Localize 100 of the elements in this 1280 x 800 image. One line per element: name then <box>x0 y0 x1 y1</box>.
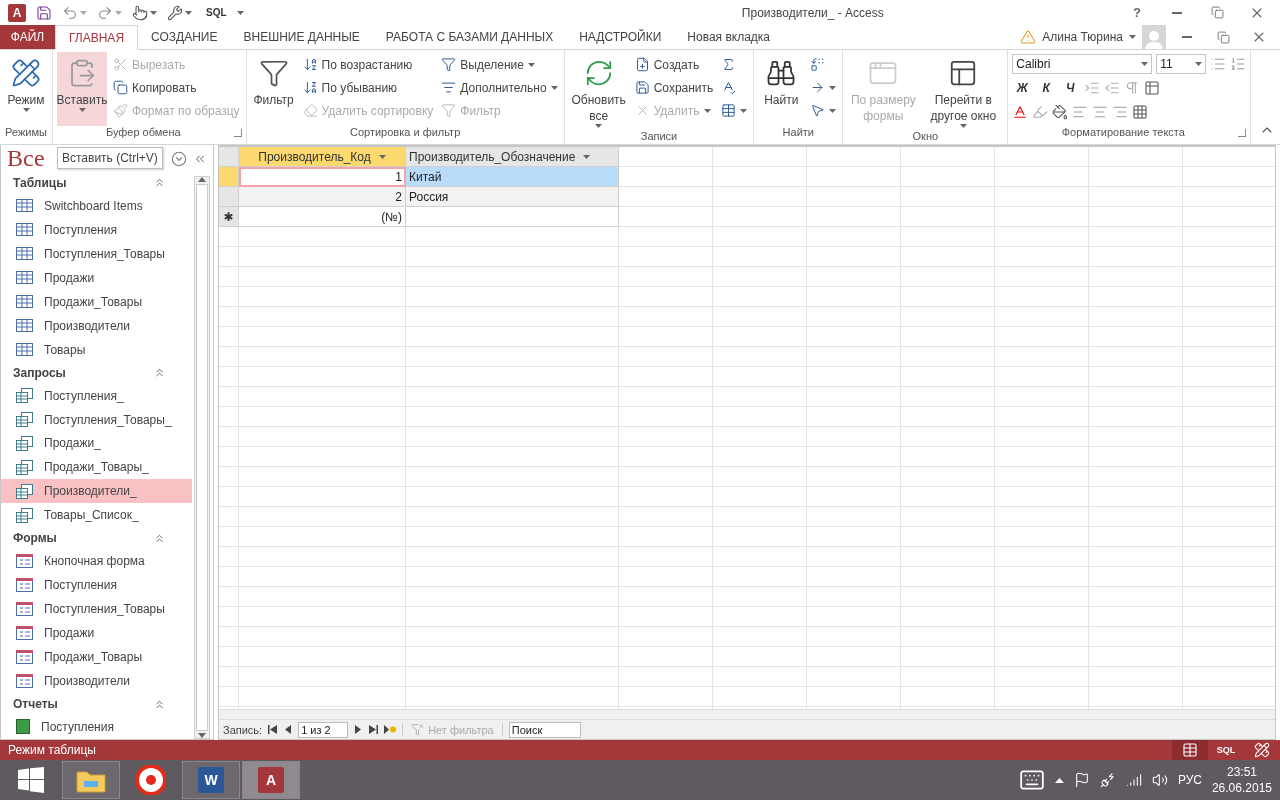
nav-item[interactable]: Производители <box>1 313 192 338</box>
ribbon-button[interactable]: Вставить <box>57 52 107 126</box>
nav-arrow-icon[interactable] <box>283 725 293 734</box>
indent-icon <box>1084 80 1101 96</box>
ribbon-button[interactable]: Создать <box>632 54 716 75</box>
ribbon-tab[interactable]: ГЛАВНАЯ <box>55 25 139 50</box>
nav-group-header[interactable]: Отчеты <box>13 697 58 711</box>
nav-arrow-icon[interactable] <box>354 725 364 734</box>
nav-item[interactable]: Поступления <box>1 217 192 242</box>
style-button[interactable]: К <box>1036 78 1057 98</box>
nav-item[interactable]: Поступления_Товары <box>1 597 192 622</box>
view-button[interactable]: SQL <box>1208 740 1244 760</box>
tools-button[interactable] <box>167 4 192 21</box>
caret-icon <box>150 10 157 15</box>
scrollbar[interactable] <box>194 176 210 739</box>
nav-group-header[interactable]: Запросы <box>13 365 66 380</box>
nav-item[interactable]: Продажи <box>1 265 192 290</box>
nav-item[interactable]: Поступления_ <box>1 383 192 408</box>
ribbon-button[interactable]: Найти <box>758 52 805 126</box>
nav-item[interactable]: Производители_ <box>1 479 192 504</box>
dialog-launcher[interactable] <box>233 129 242 137</box>
nav-item[interactable]: Товары <box>1 337 192 362</box>
dialog-launcher[interactable] <box>1238 129 1247 137</box>
sql-button[interactable]: SQL <box>206 7 227 18</box>
scroll-down-icon[interactable] <box>198 733 206 738</box>
nav-group-header[interactable]: Таблицы <box>13 176 67 190</box>
nav-item[interactable]: Switchboard Items <box>1 193 192 218</box>
size-select[interactable]: 11 <box>1156 54 1207 74</box>
new-record-icon[interactable] <box>384 725 397 734</box>
ribbon-tab[interactable]: ВНЕШНИЕ ДАННЫЕ <box>230 25 373 49</box>
search-field[interactable]: Поиск <box>508 721 581 738</box>
table-cell[interactable]: 2 <box>239 187 406 207</box>
taskbar-button[interactable]: W <box>182 761 240 799</box>
nav-item[interactable]: Кнопочная форма <box>1 549 192 574</box>
record-position-field[interactable]: 1 из 2 <box>298 721 349 738</box>
ribbon-tab[interactable]: СОЗДАНИЕ <box>138 25 231 49</box>
ribbon-tab[interactable]: НАДСТРОЙКИ <box>566 25 675 49</box>
nav-item[interactable]: Продажи <box>1 621 192 646</box>
ribbon-tab[interactable]: ФАЙЛ <box>0 25 55 49</box>
undo-icon <box>62 4 78 21</box>
view-button[interactable] <box>1172 740 1208 760</box>
ribbon-tab[interactable]: РАБОТА С БАЗАМИ ДАННЫХ <box>372 25 567 49</box>
style-button[interactable]: Ж <box>1012 78 1033 98</box>
nav-item[interactable]: Продажи_ <box>1 431 192 456</box>
help-button[interactable]: ? <box>1122 5 1152 20</box>
caret-icon <box>550 85 558 90</box>
undo-button[interactable] <box>62 4 87 21</box>
no-filter-icon <box>411 723 425 736</box>
nav-arrow-icon[interactable] <box>268 725 278 734</box>
taskbar-button[interactable] <box>62 761 120 799</box>
ribbon-button[interactable]: Дополнительно <box>439 77 560 98</box>
nav-item[interactable]: Поступления_Товары <box>1 241 192 266</box>
ribbon-button[interactable]: Режим <box>4 52 48 126</box>
nav-item[interactable]: Производители <box>1 669 192 693</box>
caret-up-icon[interactable] <box>1054 777 1064 783</box>
funnel-icon <box>441 103 457 118</box>
table-cell[interactable]: Россия <box>406 187 619 207</box>
redo-button[interactable] <box>97 4 122 21</box>
table-cell[interactable] <box>406 207 619 227</box>
ribbon-button[interactable]: Обновить все <box>568 52 629 130</box>
table-cell[interactable]: 1 <box>239 167 406 187</box>
ribbon-button[interactable]: По возрастанию <box>300 54 436 75</box>
nav-item[interactable]: Товары_Список_ <box>1 503 192 528</box>
nav-arrow-icon[interactable] <box>369 725 379 734</box>
nav-group-header[interactable]: Формы <box>13 531 57 546</box>
caret-icon <box>740 108 748 113</box>
taskbar-button[interactable]: A <box>242 761 300 799</box>
clock[interactable]: 23:51 26.06.2015 <box>1211 764 1272 796</box>
paintbrush-icon <box>113 103 128 118</box>
touch-mode-button[interactable] <box>132 4 157 21</box>
user-name[interactable]: Алина Тюрина <box>1042 30 1123 44</box>
query-icon <box>16 388 33 404</box>
style-button[interactable]: Ч <box>1060 78 1081 98</box>
column-header[interactable]: Производитель_Обозначение <box>406 147 619 167</box>
language-indicator[interactable]: РУС <box>1177 773 1202 787</box>
nav-item[interactable]: Поступления <box>1 715 192 739</box>
horizontal-scrollbar[interactable] <box>219 709 1275 719</box>
scroll-up-icon[interactable] <box>198 177 206 182</box>
nav-item[interactable]: Продажи_Товары_ <box>1 455 192 480</box>
nav-item[interactable]: Поступления_Товары_ <box>1 407 192 432</box>
ribbon-tab[interactable]: Новая вкладка <box>674 25 783 49</box>
nav-item[interactable]: Продажи_Товары <box>1 289 192 314</box>
ribbon-button[interactable]: Перейти в другое окно <box>923 52 1004 130</box>
nav-item[interactable]: Продажи_Товары <box>1 645 192 670</box>
align-center-icon <box>1092 104 1109 120</box>
ribbon-button[interactable]: Выделение <box>439 54 560 75</box>
font-select[interactable]: Calibri <box>1012 54 1153 74</box>
column-header[interactable]: Производитель_Код <box>239 147 406 167</box>
form-icon <box>16 650 33 665</box>
ribbon-button[interactable]: По убыванию <box>300 77 436 98</box>
nav-item[interactable]: Поступления <box>1 573 192 598</box>
gridlines-icon <box>1144 80 1161 96</box>
caret-icon <box>829 85 837 90</box>
highlighter-icon <box>1032 104 1049 120</box>
copy-icon <box>113 80 128 95</box>
table-cell[interactable]: (№) <box>239 207 406 227</box>
ribbon-button[interactable]: Копировать <box>111 77 242 98</box>
ribbon-button[interactable]: Сохранить <box>632 77 716 98</box>
table-cell[interactable]: Китай <box>406 167 619 187</box>
ribbon-button[interactable]: Фильтр <box>250 52 297 126</box>
